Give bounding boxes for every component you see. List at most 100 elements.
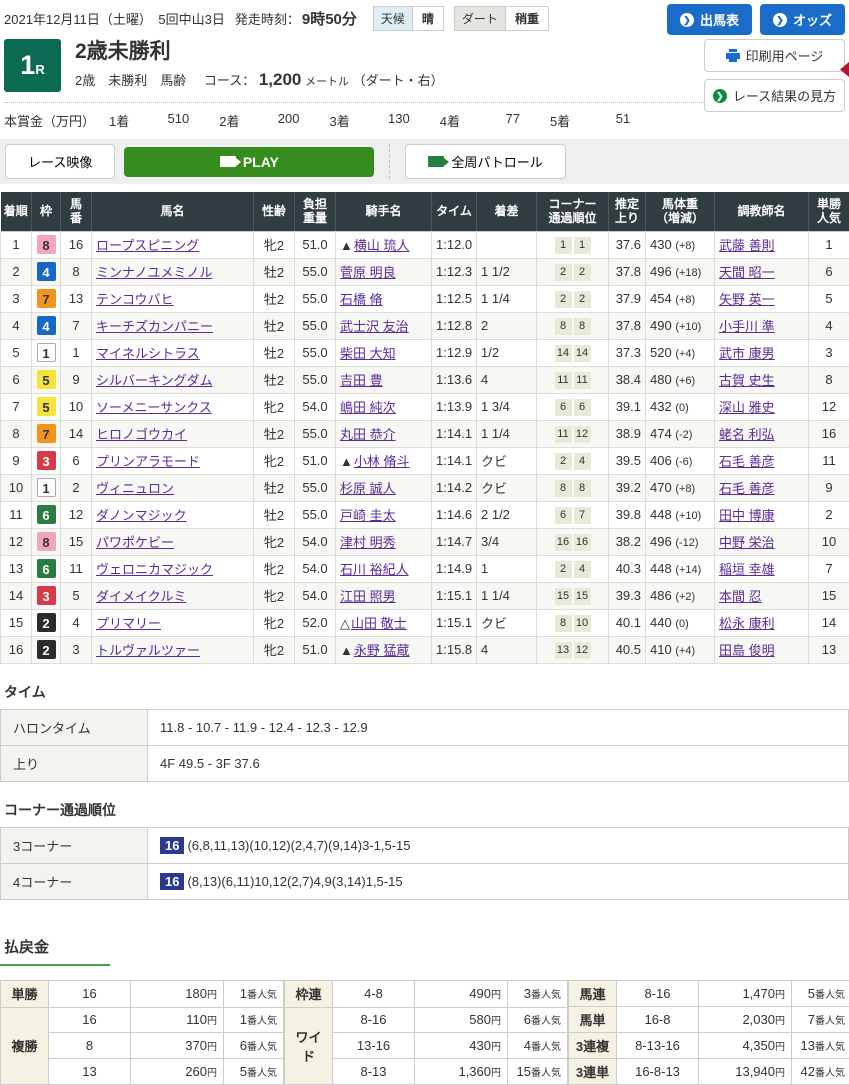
odds-button[interactable]: ❯ オッズ: [760, 4, 845, 35]
horse-number: 3: [61, 636, 92, 663]
trainer-name-link[interactable]: 矢野 英一: [719, 292, 775, 307]
table-row: 13611ヴェロニカマジック牝254.0石川 裕紀人1:14.912440.34…: [1, 555, 849, 582]
jockey-name-link[interactable]: 戸崎 圭太: [340, 508, 396, 523]
print-page-button[interactable]: 印刷用ページ: [704, 39, 845, 72]
trainer-cell: 本間 忍: [715, 582, 809, 609]
entry-table-button[interactable]: ❯ 出馬表: [667, 4, 752, 35]
jockey-name-link[interactable]: 武士沢 友治: [340, 319, 409, 334]
trainer-name-link[interactable]: 天間 昭一: [719, 265, 775, 280]
horse-number: 13: [61, 285, 92, 312]
frame-cell: 3: [32, 447, 61, 474]
jockey-name-link[interactable]: 丸田 恭介: [340, 427, 396, 442]
column-header: コーナー 通過順位: [537, 192, 609, 231]
race-date: 2021年12月11日（土曜） 5回中山3日: [4, 9, 225, 28]
win-popularity: 2: [809, 501, 849, 528]
finish-position: 11: [1, 501, 32, 528]
yen-unit: 円: [491, 990, 501, 1001]
trainer-name-link[interactable]: 稲垣 幸雄: [719, 562, 775, 577]
table-row: 1524プリマリー牝252.0△山田 敬士1:15.1クビ81040.1440 …: [1, 609, 849, 636]
yen-unit: 円: [207, 1068, 217, 1079]
jockey-name-link[interactable]: 小林 脩斗: [354, 454, 410, 469]
trainer-name-link[interactable]: 石毛 善彦: [719, 481, 775, 496]
horse-number: 15: [61, 528, 92, 555]
frame-number-badge: 3: [37, 451, 56, 470]
jockey-name-link[interactable]: 柴田 大知: [340, 346, 396, 361]
horse-name-link[interactable]: ミンナノユメミノル: [96, 265, 212, 280]
horse-name-link[interactable]: トルヴァルツァー: [96, 643, 200, 658]
trainer-name-link[interactable]: 松永 康利: [719, 616, 775, 631]
popularity-unit: 番人気: [815, 1016, 845, 1027]
time-row-value: 11.8 - 10.7 - 11.9 - 12.4 - 12.3 - 12.9: [148, 709, 849, 745]
jockey-name-link[interactable]: 杉原 誠人: [340, 481, 396, 496]
trainer-name-link[interactable]: 武市 康男: [719, 346, 775, 361]
horse-name-link[interactable]: パワポケビー: [96, 535, 174, 550]
trainer-name-link[interactable]: 田島 俊明: [719, 643, 775, 658]
last-3f-time: 39.2: [609, 474, 646, 501]
table-row: 248ミンナノユメミノル牡255.0菅原 明良1:12.31 1/22237.8…: [1, 258, 849, 285]
jockey-name-link[interactable]: 津村 明秀: [340, 535, 396, 550]
popularity-unit: 番人気: [247, 1016, 277, 1027]
jockey-name-link[interactable]: 石川 裕紀人: [340, 562, 409, 577]
results-table: 着順枠馬 番馬名性齢負担 重量騎手名タイム着差コーナー 通過順位推定 上り馬体重…: [0, 192, 849, 664]
race-video-button[interactable]: レース映像: [5, 144, 115, 179]
jockey-name-link[interactable]: 菅原 明良: [340, 265, 396, 280]
horse-name-link[interactable]: キーチズカンパニー: [96, 319, 213, 334]
horse-name-link[interactable]: プリマリー: [96, 616, 161, 631]
trainer-name-link[interactable]: 小手川 準: [719, 319, 775, 334]
trainer-name-link[interactable]: 武藤 善則: [719, 238, 775, 253]
horse-name-link[interactable]: ヒロノゴウカイ: [96, 427, 187, 442]
bet-selection: 4-8: [333, 980, 415, 1007]
divider: [389, 144, 390, 179]
horse-name-link[interactable]: マイネルシトラス: [96, 346, 200, 361]
payout-tables: 単勝16180円1番人気複勝16110円1番人気8370円6番人気13260円5…: [0, 980, 849, 1085]
frame-cell: 2: [32, 609, 61, 636]
payout-popularity: 13番人気: [792, 1032, 849, 1058]
horse-name-link[interactable]: テンコウバヒ: [96, 292, 173, 307]
patrol-video-button[interactable]: 全周パトロール: [405, 144, 565, 179]
jockey-name-link[interactable]: 嶋田 純次: [340, 400, 396, 415]
horse-name-link[interactable]: シルバーキングダム: [96, 373, 213, 388]
horse-name-cell: ダノンマジック: [92, 501, 254, 528]
trainer-name-link[interactable]: 古賀 史生: [719, 373, 775, 388]
corner-row-label: 4コーナー: [1, 863, 148, 899]
carried-weight: 55.0: [295, 339, 336, 366]
play-button[interactable]: PLAY: [124, 147, 374, 177]
payout-row: 単勝16180円1番人気: [1, 980, 284, 1007]
amount-value: 4,350: [742, 1038, 775, 1053]
horse-name-link[interactable]: ダノンマジック: [96, 508, 187, 523]
margin: 4: [477, 366, 537, 393]
bet-type-label: ワイド: [285, 1007, 333, 1084]
payout-popularity: 7番人気: [792, 1006, 849, 1032]
trainer-name-link[interactable]: 本間 忍: [719, 589, 762, 604]
jockey-cell: 菅原 明良: [336, 258, 432, 285]
horse-name-link[interactable]: ヴィニュロン: [96, 481, 174, 496]
corner-positions: 22: [537, 258, 609, 285]
trainer-name-link[interactable]: 石毛 善彦: [719, 454, 775, 469]
jockey-name-link[interactable]: 永野 猛蔵: [354, 643, 410, 658]
horse-name-link[interactable]: ロープスピニング: [96, 238, 199, 253]
horse-weight: 432: [650, 399, 675, 414]
frame-cell: 6: [32, 501, 61, 528]
horse-name-cell: テンコウバヒ: [92, 285, 254, 312]
payout-amount: 1,470円: [699, 980, 792, 1006]
jockey-name-link[interactable]: 横山 琉人: [354, 238, 410, 253]
horse-name-link[interactable]: ソーメニーサンクス: [96, 400, 212, 415]
jockey-cell: ▲横山 琉人: [336, 231, 432, 258]
horse-weight-cell: 406 (-6): [646, 447, 715, 474]
results-guide-button[interactable]: ❯ レース結果の見方: [704, 79, 845, 112]
jockey-cell: 杉原 誠人: [336, 474, 432, 501]
jockey-name-link[interactable]: 江田 照男: [340, 589, 396, 604]
trainer-name-link[interactable]: 田中 博康: [719, 508, 775, 523]
prize-amount: 77: [486, 111, 520, 130]
horse-name-link[interactable]: ダイメイクルミ: [96, 589, 186, 604]
horse-name-link[interactable]: プリンアラモード: [96, 454, 200, 469]
horse-name-link[interactable]: ヴェロニカマジック: [96, 562, 213, 577]
trainer-name-link[interactable]: 深山 雅史: [719, 400, 775, 415]
last-3f-time: 40.1: [609, 609, 646, 636]
trainer-name-link[interactable]: 蛯名 利弘: [719, 427, 775, 442]
jockey-name-link[interactable]: 石橋 脩: [340, 292, 383, 307]
jockey-name-link[interactable]: 山田 敬士: [351, 616, 407, 631]
jockey-name-link[interactable]: 吉田 豊: [340, 373, 383, 388]
frame-number-badge: 5: [37, 397, 56, 416]
trainer-name-link[interactable]: 中野 栄治: [719, 535, 775, 550]
